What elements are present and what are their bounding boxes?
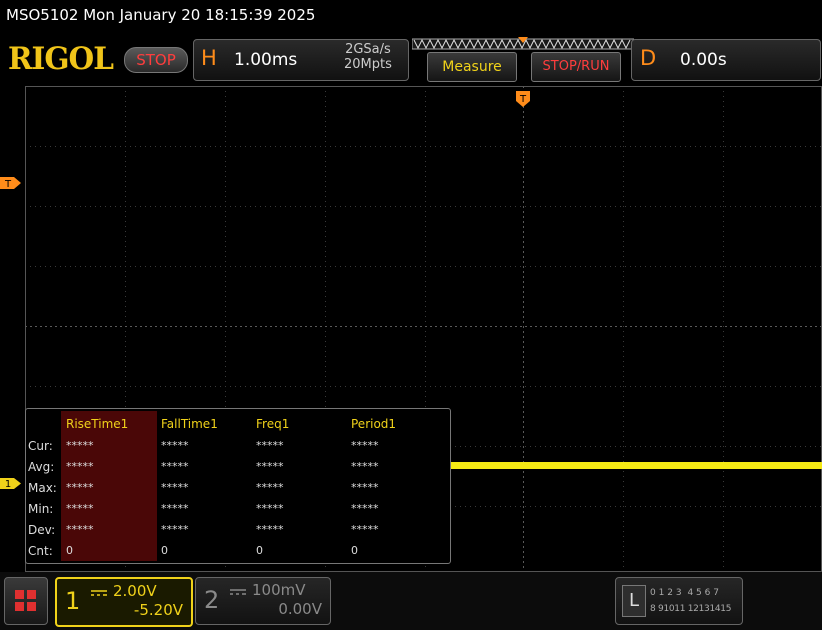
trigger-level-marker[interactable]: T (0, 176, 22, 190)
ch2-offset: 0.00V (278, 600, 322, 618)
control-bar: RIGOL STOP H 1.00ms 2GSa/s 20Mpts Measur… (0, 33, 822, 85)
table-cell: ***** (161, 502, 189, 515)
ch1-scale: 2.00V (113, 582, 157, 600)
dc-coupling-icon (230, 589, 246, 595)
column-header[interactable]: Period1 (351, 417, 396, 431)
trigger-level-marker-label: T (4, 179, 12, 190)
logic-channel[interactable]: 10 (663, 604, 674, 614)
ch2-settings[interactable]: 2 100mV 0.00V (195, 577, 331, 625)
trigger-time-marker-label: T (519, 94, 527, 105)
table-cell: ***** (351, 460, 379, 473)
sample-info: 2GSa/s 20Mpts (344, 42, 392, 72)
table-cell: ***** (351, 481, 379, 494)
logic-channel[interactable]: 6 (705, 588, 711, 598)
main-menu-button[interactable] (4, 577, 48, 625)
logic-channel[interactable]: 15 (720, 604, 731, 614)
row-label: Cur: (28, 439, 53, 453)
row-label: Avg: (28, 460, 55, 474)
logic-channel[interactable]: 12 (688, 604, 699, 614)
column-header[interactable]: Freq1 (256, 417, 289, 431)
table-cell: ***** (161, 460, 189, 473)
row-label: Min: (28, 502, 54, 516)
row-label: Max: (28, 481, 57, 495)
delay-value: 0.00s (680, 50, 727, 70)
table-cell: 0 (161, 544, 168, 557)
table-cell: ***** (256, 523, 284, 536)
ch2-scale: 100mV (252, 581, 306, 599)
ch1-offset: -5.20V (133, 601, 183, 619)
ch1-settings[interactable]: 1 2.00V -5.20V (55, 577, 193, 627)
sample-rate: 2GSa/s (345, 42, 391, 57)
ch1-waveform (450, 462, 822, 469)
logic-label: L (622, 585, 646, 617)
status-bar: MSO5102 Mon January 20 18:15:39 2025 (0, 0, 822, 33)
logic-channel[interactable]: 14 (709, 604, 720, 614)
table-cell: ***** (256, 439, 284, 452)
memory-depth: 20Mpts (344, 57, 392, 72)
table-cell: ***** (161, 481, 189, 494)
table-cell: ***** (66, 460, 94, 473)
memory-position-indicator (412, 37, 634, 50)
row-label: Dev: (28, 523, 56, 537)
table-cell: ***** (256, 481, 284, 494)
ch1-offset-marker-label: 1 (5, 479, 11, 490)
logic-analyzer-settings[interactable]: L 0 1 2 3 4 5 6 7 8 91011 12131415 (615, 577, 743, 625)
table-cell: ***** (161, 523, 189, 536)
logic-channel[interactable]: 11 (674, 604, 685, 614)
run-state-button[interactable]: STOP (124, 47, 188, 73)
table-cell: ***** (66, 439, 94, 452)
horizontal-label: H (201, 46, 217, 70)
logic-channels-row-2: 8 91011 12131415 (650, 604, 731, 614)
brand-logo: RIGOL (8, 41, 114, 77)
measurement-table[interactable]: RiseTime1 FallTime1 Freq1 Period1 Cur: *… (25, 408, 451, 564)
logic-channel[interactable]: 0 (650, 588, 656, 598)
table-cell: ***** (351, 523, 379, 536)
table-cell: ***** (161, 439, 189, 452)
ch1-number: 1 (65, 587, 81, 615)
device-datetime: MSO5102 Mon January 20 18:15:39 2025 (6, 6, 316, 24)
table-cell: 0 (66, 544, 73, 557)
logic-channel[interactable]: 5 (696, 588, 702, 598)
table-cell: 0 (351, 544, 358, 557)
delay-box[interactable]: D 0.00s (631, 39, 821, 81)
horizontal-timebase-box[interactable]: H 1.00ms 2GSa/s 20Mpts (193, 39, 409, 81)
delay-label: D (640, 46, 657, 70)
column-header[interactable]: FallTime1 (161, 417, 218, 431)
table-cell: ***** (256, 502, 284, 515)
logic-channel[interactable]: 3 (676, 588, 682, 598)
table-cell: 0 (256, 544, 263, 557)
table-cell: ***** (66, 523, 94, 536)
table-cell: ***** (351, 439, 379, 452)
logic-channel[interactable]: 2 (667, 588, 673, 598)
table-cell: ***** (256, 460, 284, 473)
stop-run-button[interactable]: STOP/RUN (531, 52, 621, 82)
dc-coupling-icon (91, 590, 107, 596)
grid-menu-icon (15, 590, 36, 611)
row-label: Cnt: (28, 544, 53, 558)
logic-channel[interactable]: 7 (713, 588, 719, 598)
channel-bar: 1 2.00V -5.20V 2 100mV 0.00V L 0 1 2 3 4… (0, 572, 822, 630)
measure-button[interactable]: Measure (427, 52, 517, 82)
trigger-time-marker[interactable]: T (515, 90, 531, 108)
logic-channel[interactable]: 1 (659, 588, 665, 598)
logic-channel[interactable]: 13 (699, 604, 710, 614)
ch1-offset-marker[interactable]: 1 (0, 477, 22, 490)
column-header[interactable]: RiseTime1 (66, 417, 128, 431)
logic-channel[interactable]: 8 (650, 604, 656, 614)
timebase-value: 1.00ms (234, 50, 298, 70)
table-cell: ***** (351, 502, 379, 515)
logic-channels-row-1: 0 1 2 3 4 5 6 7 (650, 588, 719, 598)
table-cell: ***** (66, 481, 94, 494)
logic-channel[interactable]: 4 (687, 588, 693, 598)
ch2-number: 2 (204, 586, 220, 614)
table-cell: ***** (66, 502, 94, 515)
